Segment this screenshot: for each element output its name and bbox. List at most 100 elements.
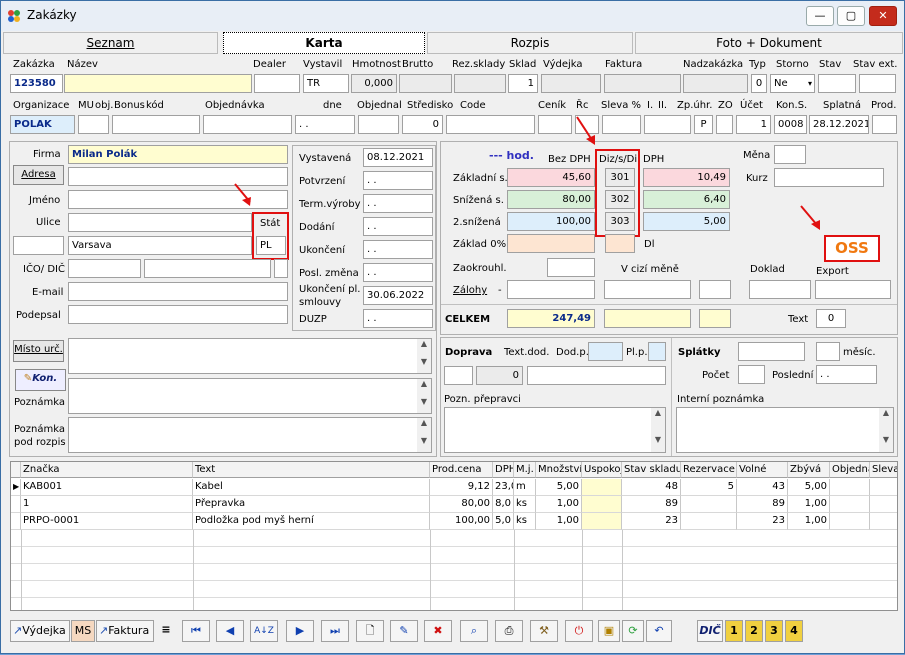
grid-empty-area bbox=[11, 530, 897, 610]
cell-cena[interactable]: 80,00 bbox=[430, 496, 493, 513]
grid-col-lines bbox=[582, 530, 583, 610]
cell-sleva[interactable] bbox=[870, 496, 897, 513]
col-header-volne[interactable]: Volné bbox=[737, 462, 788, 478]
vydejka-label: Výdejka bbox=[22, 624, 66, 637]
cell-dph[interactable]: 23,0 bbox=[493, 479, 514, 496]
cell-zbyva[interactable]: 1,00 bbox=[788, 513, 830, 530]
level-2-label: 2 bbox=[750, 624, 758, 637]
col-header-mj[interactable]: M.j. bbox=[514, 462, 536, 478]
cell-volne[interactable]: 23 bbox=[737, 513, 788, 530]
cell-dph[interactable]: 5,0 bbox=[493, 513, 514, 530]
edit-icon[interactable]: ✎ bbox=[390, 620, 418, 642]
items-grid[interactable]: Značka Text Prod.cena DPH M.j. Množství … bbox=[10, 461, 898, 611]
print-icon[interactable]: ⎙ bbox=[495, 620, 523, 642]
grid-col-lines bbox=[622, 530, 623, 610]
col-header-stav-skladu[interactable]: Stav skladu bbox=[622, 462, 681, 478]
col-header-dph[interactable]: DPH bbox=[493, 462, 514, 478]
cell-rez[interactable] bbox=[681, 513, 737, 530]
col-header-sleva[interactable]: Sleva bbox=[870, 462, 897, 478]
cell-uspokoj[interactable] bbox=[582, 496, 622, 513]
cell-mnozstvi[interactable]: 5,00 bbox=[536, 479, 582, 496]
cell-zbyva[interactable]: 5,00 bbox=[788, 479, 830, 496]
cell-znacka[interactable]: KAB001 bbox=[21, 479, 193, 496]
cell-znacka[interactable]: 1 bbox=[21, 496, 193, 513]
cell-objedna[interactable] bbox=[830, 513, 870, 530]
cell-cena[interactable]: 100,00 bbox=[430, 513, 493, 530]
ms-button[interactable]: MS bbox=[71, 620, 95, 642]
first-record-icon[interactable]: ⏮ bbox=[182, 620, 210, 642]
cell-objedna[interactable] bbox=[830, 479, 870, 496]
refresh-icon[interactable]: ⟳ bbox=[622, 620, 644, 642]
grid-col-lines bbox=[193, 530, 194, 610]
stamp-icon[interactable]: ⚒ bbox=[530, 620, 558, 642]
col-header-rezervace[interactable]: Rezervace bbox=[681, 462, 737, 478]
cell-mj[interactable]: ks bbox=[514, 513, 536, 530]
row-indicator-icon: ▶ bbox=[11, 479, 21, 496]
new-document-icon[interactable]: 🗋 bbox=[356, 620, 384, 642]
cell-text[interactable]: Kabel bbox=[193, 479, 430, 496]
col-header-prod-cena[interactable]: Prod.cena bbox=[430, 462, 493, 478]
menu-icon[interactable]: ≡ bbox=[156, 620, 176, 642]
vydejka-button[interactable]: ↗Výdejka bbox=[10, 620, 70, 642]
prev-record-icon[interactable]: ◀ bbox=[216, 620, 244, 642]
cell-mj[interactable]: ks bbox=[514, 496, 536, 513]
cell-uspokoj[interactable] bbox=[582, 513, 622, 530]
arrowhead-oss bbox=[811, 220, 820, 230]
col-header-text[interactable]: Text bbox=[193, 462, 430, 478]
cell-sleva[interactable] bbox=[870, 513, 897, 530]
cell-dph[interactable]: 8,0 bbox=[493, 496, 514, 513]
cell-stav[interactable]: 89 bbox=[622, 496, 681, 513]
row-indicator bbox=[11, 513, 21, 530]
note-icon[interactable]: ▣ bbox=[598, 620, 620, 642]
arrow-to-oss bbox=[800, 205, 818, 226]
cell-mj[interactable]: m bbox=[514, 479, 536, 496]
ms-label: MS bbox=[74, 624, 92, 637]
cell-text[interactable]: Podložka pod myš herní bbox=[193, 513, 430, 530]
col-header-zbyva[interactable]: Zbývá bbox=[788, 462, 830, 478]
sort-az-icon[interactable]: A↓Z bbox=[250, 620, 278, 642]
level-4-button[interactable]: 4 bbox=[785, 620, 803, 642]
cell-uspokoj[interactable] bbox=[582, 479, 622, 496]
cell-stav[interactable]: 48 bbox=[622, 479, 681, 496]
col-header-mnozstvi[interactable]: Množství bbox=[536, 462, 582, 478]
cell-znacka[interactable]: PRPO-0001 bbox=[21, 513, 193, 530]
next-record-icon[interactable]: ▶ bbox=[286, 620, 314, 642]
cell-stav[interactable]: 23 bbox=[622, 513, 681, 530]
dic-button[interactable]: DIČ bbox=[697, 620, 723, 642]
cell-volne[interactable]: 89 bbox=[737, 496, 788, 513]
cell-objedna[interactable] bbox=[830, 496, 870, 513]
col-header-znacka[interactable]: Značka bbox=[21, 462, 193, 478]
arrow-to-diz bbox=[576, 116, 593, 141]
cell-rez[interactable]: 5 bbox=[681, 479, 737, 496]
faktura-button[interactable]: ↗Faktura bbox=[96, 620, 154, 642]
level-3-label: 3 bbox=[770, 624, 778, 637]
level-2-button[interactable]: 2 bbox=[745, 620, 763, 642]
cell-volne[interactable]: 43 bbox=[737, 479, 788, 496]
cell-sleva[interactable] bbox=[870, 479, 897, 496]
cell-mnozstvi[interactable]: 1,00 bbox=[536, 496, 582, 513]
grid-col-lines bbox=[21, 530, 22, 610]
col-header-uspokoj[interactable]: Uspokoj bbox=[582, 462, 622, 478]
cell-text[interactable]: Přepravka bbox=[193, 496, 430, 513]
level-1-button[interactable]: 1 bbox=[725, 620, 743, 642]
cell-mnozstvi[interactable]: 1,00 bbox=[536, 513, 582, 530]
level-4-label: 4 bbox=[790, 624, 798, 637]
level-3-button[interactable]: 3 bbox=[765, 620, 783, 642]
grid-col-lines bbox=[514, 530, 515, 610]
arrow-out-icon: ↗ bbox=[99, 624, 109, 637]
cell-rez[interactable] bbox=[681, 496, 737, 513]
dic-label: DIČ bbox=[699, 624, 721, 637]
cell-cena[interactable]: 9,12 bbox=[430, 479, 493, 496]
col-header-objedna[interactable]: Objedná bbox=[830, 462, 870, 478]
power-icon[interactable]: ⏻ bbox=[565, 620, 593, 642]
delete-icon[interactable]: ✖ bbox=[424, 620, 452, 642]
cell-zbyva[interactable]: 1,00 bbox=[788, 496, 830, 513]
faktura-label: Faktura bbox=[108, 624, 150, 637]
search-icon[interactable]: ⌕ bbox=[460, 620, 488, 642]
arrow-out-icon: ↗ bbox=[13, 624, 23, 637]
col-header-marker bbox=[11, 462, 21, 478]
undo-icon[interactable]: ↶ bbox=[646, 620, 672, 642]
last-record-icon[interactable]: ⏭ bbox=[321, 620, 349, 642]
row-indicator bbox=[11, 496, 21, 513]
level-1-label: 1 bbox=[730, 624, 738, 637]
